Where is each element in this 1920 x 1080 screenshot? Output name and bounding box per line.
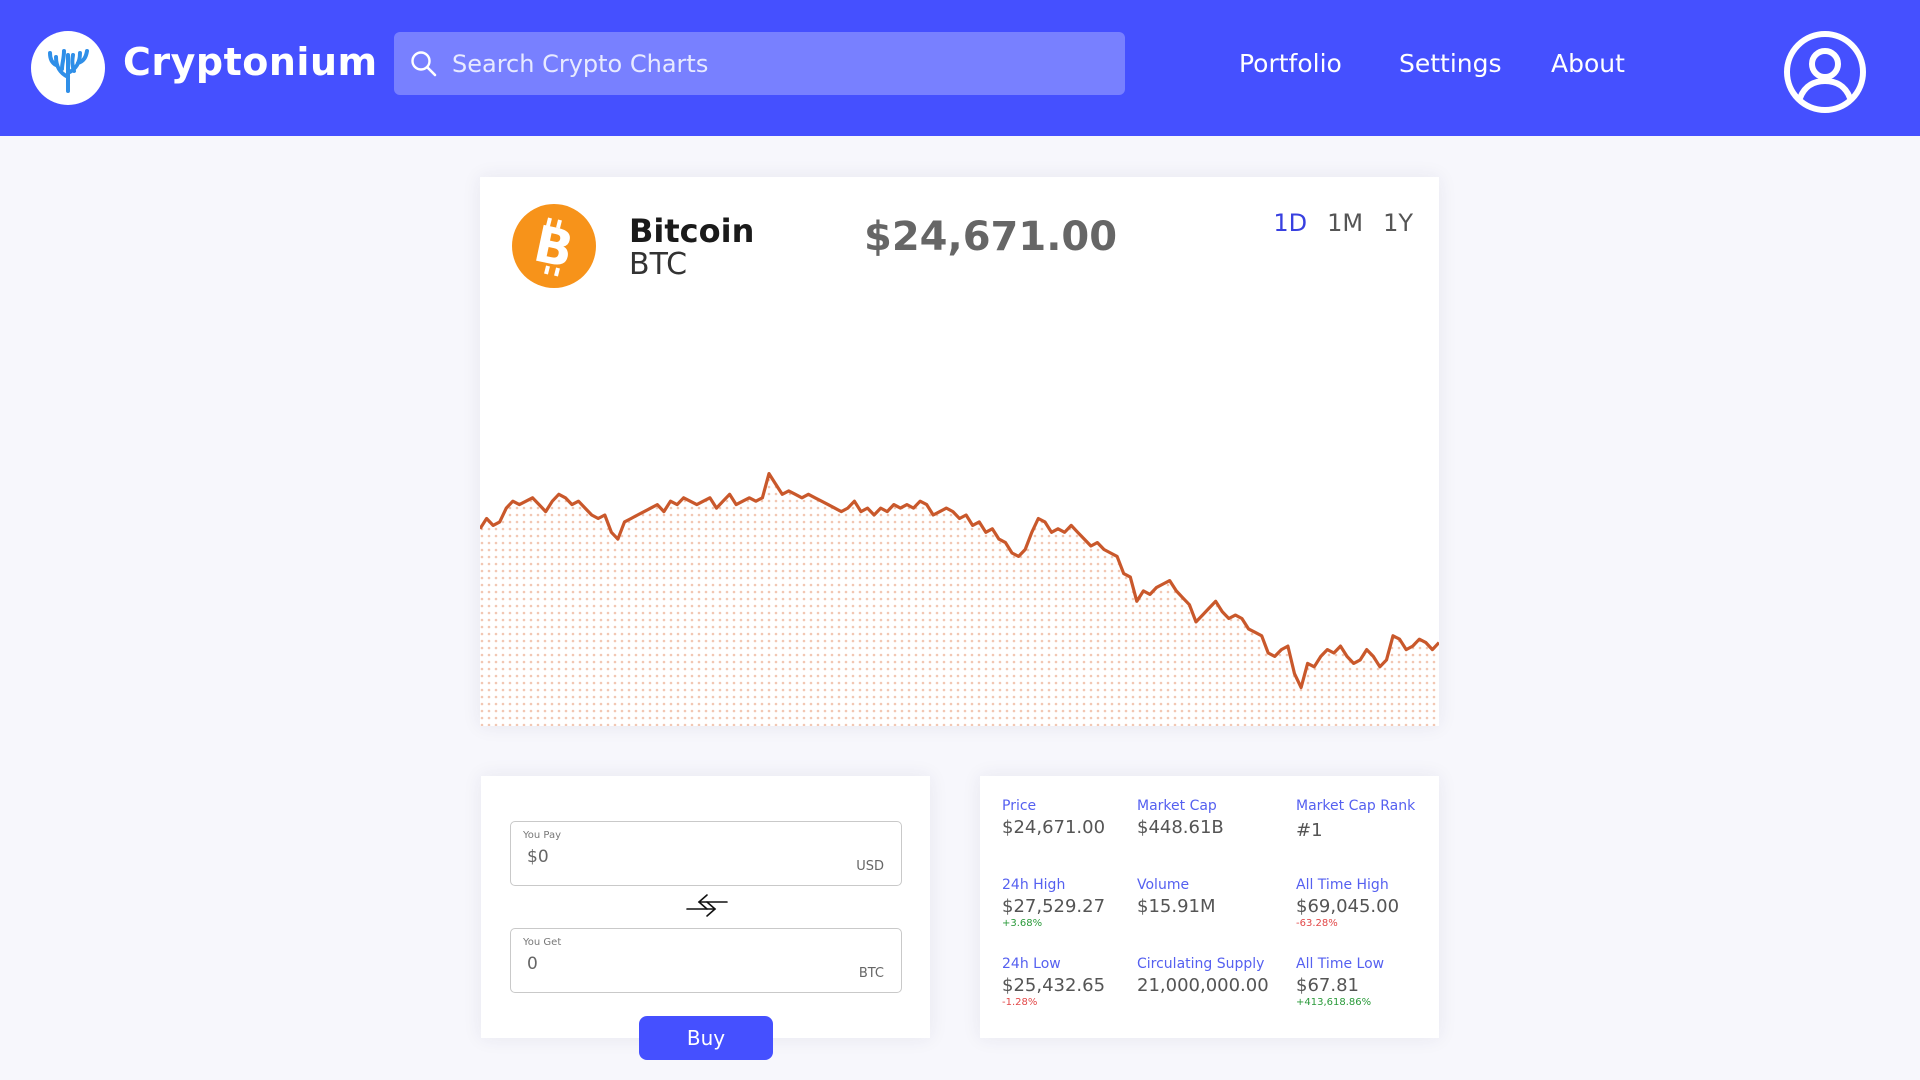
trade-card: You Pay $0 USD You Get 0 BTC <box>481 776 930 1038</box>
stat-all-time-low: All Time Low $67.81 +413,618.86% <box>1296 956 1384 1008</box>
search-icon <box>411 50 437 76</box>
you-pay-label: You Pay <box>523 830 562 841</box>
you-get-field[interactable]: You Get 0 BTC <box>510 928 902 993</box>
stat-value: 21,000,000.00 <box>1137 975 1269 996</box>
brand-name[interactable]: Cryptonium <box>123 40 378 84</box>
search-bar[interactable] <box>394 32 1125 95</box>
search-input[interactable] <box>452 49 1102 78</box>
stat-value: $69,045.00 <box>1296 896 1400 917</box>
price-chart-card: B Bitcoin BTC $24,671.00 1D 1M 1Y <box>480 177 1439 726</box>
stat-change: +413,618.86% <box>1296 997 1372 1008</box>
stat-value: $25,432.65 <box>1002 975 1106 996</box>
stat-value: $24,671.00 <box>1002 817 1106 838</box>
stat-label: All Time High <box>1296 877 1389 893</box>
stat-label: Circulating Supply <box>1137 956 1265 972</box>
stat-market-cap-rank: Market Cap Rank #1 <box>1296 798 1415 841</box>
top-header: Cryptonium Portfolio Settings About <box>0 0 1920 136</box>
swap-arrows-icon[interactable] <box>685 892 729 920</box>
buy-button[interactable]: Buy <box>639 1016 773 1060</box>
you-get-unit: BTC <box>858 966 884 981</box>
nav-settings[interactable]: Settings <box>1399 49 1502 78</box>
you-pay-value[interactable]: $0 <box>527 847 549 867</box>
price-chart <box>480 472 1439 726</box>
stat-market-cap: Market Cap $448.61B <box>1137 798 1224 838</box>
logo-badge[interactable] <box>31 31 105 105</box>
you-get-value[interactable]: 0 <box>527 954 538 974</box>
chart-area-fill <box>480 473 1439 726</box>
stat-label: Price <box>1002 798 1037 814</box>
stat-24h-high: 24h High $27,529.27 +3.68% <box>1002 877 1105 929</box>
stat-label: Market Cap <box>1137 798 1217 814</box>
user-circle-icon[interactable] <box>1783 30 1867 114</box>
stat-value: $448.61B <box>1137 817 1224 838</box>
stat-label: All Time Low <box>1296 956 1385 972</box>
stat-change: -63.28% <box>1296 918 1338 929</box>
stat-change: -1.28% <box>1002 997 1038 1008</box>
stat-price: Price $24,671.00 <box>1002 798 1105 838</box>
nav-about[interactable]: About <box>1551 49 1625 78</box>
stat-value: $27,529.27 <box>1002 896 1106 917</box>
stat-value: $15.91M <box>1137 896 1216 917</box>
stats-card: Price $24,671.00 Market Cap $448.61B Mar… <box>980 776 1439 1038</box>
stat-24h-low: 24h Low $25,432.65 -1.28% <box>1002 956 1105 1008</box>
stat-volume: Volume $15.91M <box>1137 877 1216 917</box>
stat-circulating-supply: Circulating Supply 21,000,000.00 <box>1137 956 1269 996</box>
stat-label: Volume <box>1137 877 1190 893</box>
nav-portfolio[interactable]: Portfolio <box>1239 49 1342 78</box>
stat-value: #1 <box>1296 820 1323 841</box>
stat-value: $67.81 <box>1296 975 1359 996</box>
stat-change: +3.68% <box>1002 918 1043 929</box>
stat-label: 24h High <box>1002 877 1066 893</box>
you-get-label: You Get <box>523 937 562 948</box>
stat-label: Market Cap Rank <box>1296 798 1416 814</box>
you-pay-unit: USD <box>856 859 884 874</box>
stat-all-time-high: All Time High $69,045.00 -63.28% <box>1296 877 1399 929</box>
coral-icon <box>48 49 89 93</box>
stat-label: 24h Low <box>1002 956 1061 972</box>
you-pay-field[interactable]: You Pay $0 USD <box>510 821 902 886</box>
